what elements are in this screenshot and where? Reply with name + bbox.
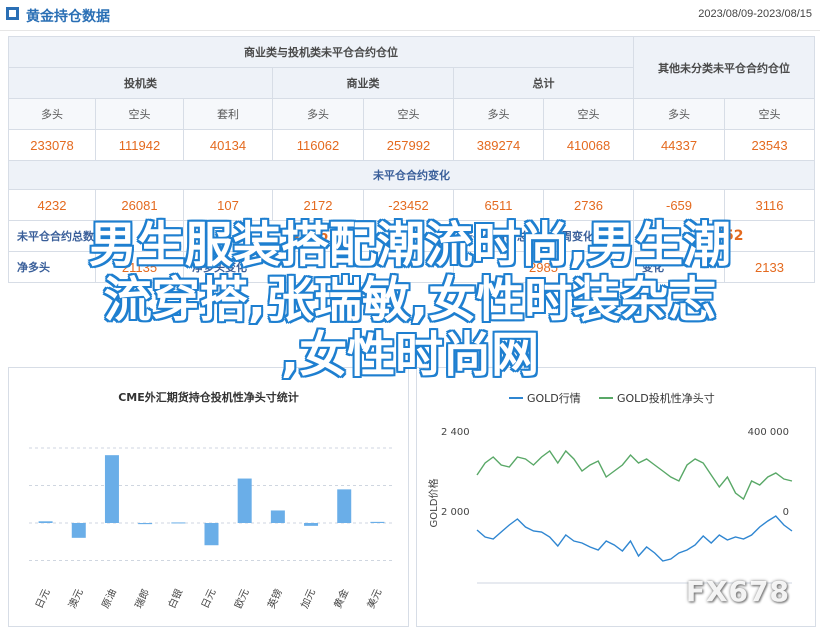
change-cell: 107 (183, 189, 273, 221)
x-tick-label: 瑞郎 (132, 587, 152, 611)
bar (38, 521, 53, 523)
x-tick-label: 原油 (99, 587, 119, 611)
x-tick-label: 澳元 (65, 587, 85, 611)
change-cell: 3116 (724, 189, 816, 221)
stat-label-net-long-change: 净多头变化 (183, 251, 454, 283)
change-cell: 26081 (95, 189, 184, 221)
bar (304, 523, 319, 526)
sub-speculative-header: 投机类 (8, 67, 273, 99)
x-tick-label: 加元 (299, 587, 318, 610)
col-label: 空头 (363, 98, 454, 130)
bar (337, 489, 352, 523)
col-label: 多头 (633, 98, 726, 130)
cme-net-position-chart-panel: CME外汇期货持仓投机性净头寸统计 日元 澳元 原油 瑞郎 白银 日元 欧元 英镑 加元 黄金 美元 (8, 367, 409, 627)
bar (71, 523, 86, 538)
x-tick-label: 黄金 (331, 587, 351, 611)
value-cell: 410068 (542, 129, 635, 161)
sub-total-header: 总计 (452, 67, 635, 99)
page-title: 黄金持仓数据 (26, 9, 110, 25)
stat-value-weekly-change: 5852 (633, 220, 816, 252)
bar (138, 523, 153, 525)
stat-label-total: 未平仓合约总数 (8, 220, 184, 252)
x-tick-label: 白银 (165, 587, 185, 611)
stat-label-change: 变化 (633, 251, 726, 283)
value-cell: 40134 (183, 129, 273, 161)
col-label: 套利 (183, 98, 273, 130)
col-label: 多头 (8, 98, 96, 130)
stat-value-total: 433611 (183, 220, 454, 252)
change-cell: 4232 (8, 189, 96, 221)
positions-table: 商业类与投机类未平仓合约仓位 其他未分类未平仓合约仓位 投机类 商业类 总计 多… (7, 36, 816, 283)
change-cell: 2736 (542, 189, 635, 221)
y-left-tick: 2 400 (441, 427, 470, 438)
group-other-header: 其他未分类未平仓合约仓位 (633, 36, 816, 99)
stat-value-net-long-change: 2985 (452, 251, 635, 283)
bar-chart: 日元 澳元 原油 瑞郎 白银 日元 欧元 英镑 加元 黄金 美元 (29, 447, 394, 611)
y-left-tick: 2 000 (441, 507, 470, 518)
value-cell: 23543 (724, 129, 816, 161)
x-tick-label: 日元 (34, 588, 52, 611)
series-line-gold-price (476, 515, 793, 562)
col-label: 空头 (542, 98, 635, 130)
section-change-header: 未平仓合约变化 (7, 160, 816, 190)
date-range: 2023/08/09-2023/08/15 (698, 8, 812, 20)
series-line-gold-net-position (476, 449, 793, 501)
y-right-tick: 400 000 (748, 427, 789, 438)
app-header: 黄金持仓数据 2023/08/09-2023/08/15 (0, 0, 820, 31)
value-cell: 389274 (453, 129, 544, 161)
logo-icon (6, 7, 19, 20)
change-cell: -23452 (363, 189, 454, 221)
y-axis-label: GOLD价格 (427, 479, 440, 528)
watermark: FX678 (685, 575, 790, 608)
col-label: 多头 (272, 98, 364, 130)
legend-label: GOLD行情 (527, 392, 581, 405)
value-cell: 44337 (633, 129, 726, 161)
x-tick-label: 美元 (364, 587, 384, 611)
x-tick-label: 日元 (200, 588, 218, 611)
value-cell: 116062 (272, 129, 364, 161)
col-label: 多头 (453, 98, 544, 130)
bar (171, 522, 186, 524)
col-label: 空头 (724, 98, 816, 130)
change-cell: -659 (633, 189, 726, 221)
y-right-tick: 0 (783, 507, 789, 518)
change-cell: 6511 (453, 189, 544, 221)
bar (370, 521, 385, 523)
x-tick-label: 欧元 (232, 587, 251, 610)
sub-commercial-header: 商业类 (272, 67, 454, 99)
value-cell: 257992 (363, 129, 454, 161)
bar (204, 523, 219, 546)
value-cell: 111942 (95, 129, 184, 161)
legend-label: GOLD投机性净头寸 (617, 391, 715, 405)
x-tick-label: 英镑 (265, 587, 285, 611)
stat-label-weekly-change: 未平仓合约总数较上周变化 (452, 220, 635, 252)
bar (270, 510, 285, 523)
stat-value-change: 2133 (724, 251, 816, 283)
change-cell: 2172 (272, 189, 364, 221)
col-label: 空头 (95, 98, 184, 130)
bar (104, 455, 119, 523)
stat-label-net-long: 净多头 (8, 251, 96, 283)
chart-title: CME外汇期货持仓投机性净头寸统计 (118, 391, 299, 404)
value-cell: 233078 (8, 129, 96, 161)
stat-value-net-long: 21135 (95, 251, 184, 283)
group-commercial-header: 商业类与投机类未平仓合约仓位 (7, 36, 635, 68)
bar (237, 478, 252, 523)
